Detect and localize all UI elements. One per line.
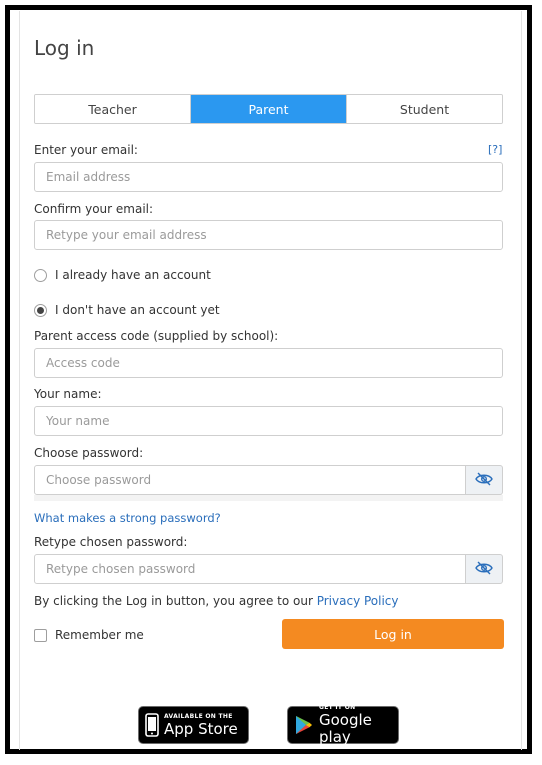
access-code-label: Parent access code (supplied by school):: [34, 329, 279, 343]
eye-slash-icon: [475, 560, 493, 579]
google-play-badge[interactable]: GET IT ON Google play: [287, 704, 399, 746]
privacy-policy-link[interactable]: Privacy Policy: [317, 594, 399, 608]
strong-password-link[interactable]: What makes a strong password?: [34, 511, 221, 525]
password-field-shadow: [34, 495, 503, 501]
retype-password-field: [34, 554, 503, 584]
confirm-email-label: Confirm your email:: [34, 202, 154, 216]
radio-have-account[interactable]: I already have an account: [34, 268, 211, 282]
remember-me-label: Remember me: [55, 628, 144, 642]
email-input[interactable]: [34, 162, 503, 192]
confirm-email-input[interactable]: [34, 220, 503, 250]
email-help-link[interactable]: [?]: [488, 143, 502, 156]
login-button[interactable]: Log in: [282, 619, 504, 649]
email-label: Enter your email:: [34, 143, 138, 157]
password-visibility-toggle[interactable]: [466, 465, 503, 495]
password-field: [34, 465, 503, 495]
role-tabs: Teacher Parent Student: [34, 94, 503, 124]
remember-me-checkbox[interactable]: [34, 628, 47, 642]
app-store-badge[interactable]: AVAILABLE ON THE App Store: [138, 706, 249, 744]
name-input[interactable]: [34, 406, 503, 436]
tab-teacher[interactable]: Teacher: [35, 95, 190, 123]
play-triangle-icon: [295, 715, 313, 735]
tab-parent[interactable]: Parent: [190, 95, 346, 123]
agreement-text: By clicking the Log in button, you agree…: [34, 594, 399, 608]
radio-no-account-label: I don't have an account yet: [55, 303, 220, 317]
tab-student[interactable]: Student: [346, 95, 502, 123]
access-code-input[interactable]: [34, 348, 503, 378]
radio-have-account-button[interactable]: [34, 268, 47, 282]
password-input[interactable]: [34, 465, 466, 495]
app-store-big-text: App Store: [164, 719, 238, 738]
page-title: Log in: [34, 36, 95, 60]
radio-have-account-label: I already have an account: [55, 268, 211, 282]
google-play-big-text: Google play: [319, 711, 372, 746]
phone-icon: [145, 713, 159, 737]
radio-no-account-button[interactable]: [34, 303, 47, 317]
retype-password-label: Retype chosen password:: [34, 535, 188, 549]
eye-slash-icon: [475, 471, 493, 490]
password-label: Choose password:: [34, 446, 144, 460]
radio-no-account[interactable]: I don't have an account yet: [34, 303, 220, 317]
retype-password-visibility-toggle[interactable]: [466, 554, 503, 584]
agreement-prefix: By clicking the Log in button, you agree…: [34, 594, 313, 608]
retype-password-input[interactable]: [34, 554, 466, 584]
name-label: Your name:: [34, 387, 102, 401]
remember-me[interactable]: Remember me: [34, 628, 144, 642]
